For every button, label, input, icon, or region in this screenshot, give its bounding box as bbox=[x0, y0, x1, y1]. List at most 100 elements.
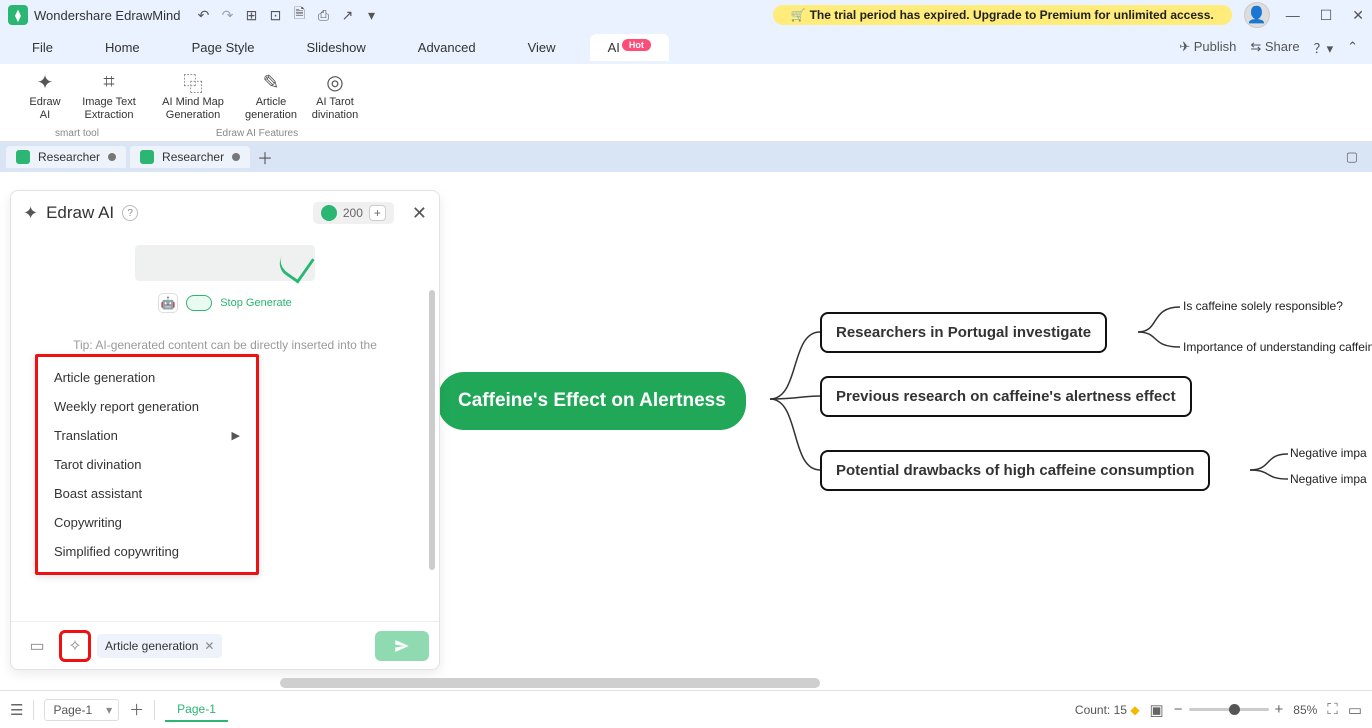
menu-page-style[interactable]: Page Style bbox=[174, 34, 273, 61]
token-chip-icon bbox=[321, 205, 337, 221]
add-tokens-button[interactable]: + bbox=[369, 205, 386, 221]
edraw-ai-button[interactable]: ✦ Edraw AI bbox=[16, 68, 74, 121]
menu-file[interactable]: File bbox=[14, 34, 71, 61]
zoom-slider[interactable]: − + bbox=[1174, 701, 1284, 718]
user-avatar[interactable]: 👤 bbox=[1244, 2, 1270, 28]
close-icon[interactable]: ✕ bbox=[1352, 7, 1364, 24]
ai-panel-title: Edraw AI bbox=[46, 203, 114, 223]
scrollbar[interactable] bbox=[429, 290, 435, 570]
outline-icon[interactable]: ☰ bbox=[10, 701, 23, 719]
slider-track[interactable] bbox=[1189, 708, 1269, 711]
share-button[interactable]: ⇆ Share bbox=[1250, 39, 1299, 55]
menu-article-generation[interactable]: Article generation bbox=[38, 363, 256, 392]
menu-copywriting[interactable]: Copywriting bbox=[38, 508, 256, 537]
window-controls: — ☐ ✕ bbox=[1286, 7, 1364, 24]
mindmap-node[interactable]: Researchers in Portugal investigate bbox=[820, 312, 1107, 353]
send-button[interactable] bbox=[375, 631, 429, 661]
maximize-icon[interactable]: ☐ bbox=[1320, 7, 1333, 24]
menu-translation[interactable]: Translation▶ bbox=[38, 421, 256, 450]
ribbon-group-ai-features: ⿻ AI Mind Map Generation ✎ Article gener… bbox=[144, 68, 370, 141]
ai-skill-menu: Article generation Weekly report generat… bbox=[35, 354, 259, 575]
undo-icon[interactable]: ↶ bbox=[195, 7, 211, 23]
mindmap-leaf[interactable]: Is caffeine solely responsible? bbox=[1183, 299, 1343, 313]
more-icon[interactable]: ▾ bbox=[363, 7, 379, 23]
publish-button[interactable]: ✈ Publish bbox=[1179, 39, 1236, 55]
horizontal-scrollbar[interactable] bbox=[280, 678, 820, 688]
menu-home[interactable]: Home bbox=[87, 34, 158, 61]
ribbon-group-label: Edraw AI Features bbox=[216, 128, 298, 141]
mindmap-node[interactable]: Potential drawbacks of high caffeine con… bbox=[820, 450, 1210, 491]
menu-bar: File Home Page Style Slideshow Advanced … bbox=[0, 30, 1372, 64]
tarot-icon: ◎ bbox=[326, 70, 343, 94]
edraw-ai-panel: ✦ Edraw AI ? 200 + ✕ 🤖 Stop Generate Tip… bbox=[10, 190, 440, 670]
sparkle-icon: ✦ bbox=[37, 70, 54, 94]
menu-ai[interactable]: AIHot bbox=[590, 34, 669, 61]
zoom-value[interactable]: 85% bbox=[1293, 703, 1317, 717]
attach-button[interactable]: ▭ bbox=[21, 630, 53, 662]
redo-icon[interactable]: ↷ bbox=[219, 7, 235, 23]
skill-picker-button[interactable]: ✧ bbox=[59, 630, 91, 662]
unsaved-dot-icon bbox=[108, 153, 116, 161]
save-icon[interactable]: 🗎 bbox=[291, 7, 307, 23]
presentation-icon[interactable]: ▭ bbox=[1348, 701, 1362, 719]
panel-toggle-icon[interactable]: ▢ bbox=[1346, 149, 1366, 165]
ai-preview-thumbnail bbox=[135, 245, 315, 281]
zoom-out-icon[interactable]: − bbox=[1174, 701, 1183, 718]
ribbon-label: AI Tarot divination bbox=[312, 96, 358, 121]
status-right: Count: 15 ◆ ▣ − + 85% ⛶ ▭ bbox=[1075, 701, 1362, 719]
zoom-in-icon[interactable]: + bbox=[1275, 701, 1284, 718]
help-icon[interactable]: ? bbox=[122, 205, 138, 221]
image-text-extraction-button[interactable]: ⌗ Image Text Extraction bbox=[80, 68, 138, 121]
menu-tarot[interactable]: Tarot divination bbox=[38, 450, 256, 479]
menu-right: ✈ Publish ⇆ Share ？▾ ⌃ bbox=[1179, 38, 1358, 57]
fullscreen-icon[interactable]: ⛶ bbox=[1327, 701, 1338, 718]
menu-slideshow[interactable]: Slideshow bbox=[289, 34, 384, 61]
status-bar: ☰ Page-1 ＋ Page-1 Count: 15 ◆ ▣ − + 85% … bbox=[0, 690, 1372, 728]
tab-label: Researcher bbox=[38, 150, 100, 164]
trial-banner[interactable]: 🛒 The trial period has expired. Upgrade … bbox=[773, 5, 1232, 25]
count-label: Count: 15 ◆ bbox=[1075, 703, 1140, 717]
new-icon[interactable]: ⊞ bbox=[243, 7, 259, 23]
help-icon[interactable]: ？▾ bbox=[1314, 38, 1334, 57]
collapse-ribbon-icon[interactable]: ⌃ bbox=[1347, 39, 1358, 55]
document-tab[interactable]: Researcher bbox=[6, 146, 126, 168]
article-generation-button[interactable]: ✎ Article generation bbox=[242, 68, 300, 121]
submenu-arrow-icon: ▶ bbox=[232, 429, 240, 442]
open-icon[interactable]: ⊡ bbox=[267, 7, 283, 23]
menu-ai-label: AI bbox=[608, 40, 620, 55]
fit-view-icon[interactable]: ▣ bbox=[1150, 701, 1164, 719]
remove-chip-icon[interactable]: ✕ bbox=[204, 639, 214, 653]
print-icon[interactable]: ⎙ bbox=[315, 7, 331, 23]
menu-simplified-copywriting[interactable]: Simplified copywriting bbox=[38, 537, 256, 566]
tarot-divination-button[interactable]: ◎ AI Tarot divination bbox=[306, 68, 364, 121]
selected-skill-chip: Article generation ✕ bbox=[97, 634, 222, 658]
new-tab-button[interactable]: ＋ bbox=[254, 146, 276, 168]
document-tab[interactable]: Researcher bbox=[130, 146, 250, 168]
close-panel-icon[interactable]: ✕ bbox=[412, 203, 427, 224]
ai-mindmap-button[interactable]: ⿻ AI Mind Map Generation bbox=[150, 68, 236, 121]
stop-generate-button[interactable]: Stop Generate bbox=[220, 297, 292, 309]
menu-weekly-report[interactable]: Weekly report generation bbox=[38, 392, 256, 421]
ribbon-label: Edraw AI bbox=[29, 96, 60, 121]
menu-view[interactable]: View bbox=[510, 34, 574, 61]
page-tab[interactable]: Page-1 bbox=[165, 698, 228, 722]
ribbon-group-smart-tool: ✦ Edraw AI ⌗ Image Text Extraction smart… bbox=[10, 68, 144, 141]
mindmap-leaf[interactable]: Negative impa bbox=[1290, 446, 1367, 460]
add-page-button[interactable]: ＋ bbox=[129, 699, 144, 720]
tab-label: Researcher bbox=[162, 150, 224, 164]
article-icon: ✎ bbox=[263, 70, 280, 94]
export-icon[interactable]: ↗ bbox=[339, 7, 355, 23]
ai-panel-header: ✦ Edraw AI ? 200 + ✕ bbox=[11, 191, 439, 235]
minimize-icon[interactable]: — bbox=[1286, 7, 1300, 24]
ribbon: ✦ Edraw AI ⌗ Image Text Extraction smart… bbox=[0, 64, 1372, 142]
token-counter: 200 + bbox=[313, 202, 394, 224]
slider-thumb[interactable] bbox=[1229, 704, 1240, 715]
menu-boast-assistant[interactable]: Boast assistant bbox=[38, 479, 256, 508]
mindmap-leaf[interactable]: Importance of understanding caffeine bbox=[1183, 340, 1372, 354]
mindmap-node[interactable]: Previous research on caffeine's alertnes… bbox=[820, 376, 1192, 417]
ai-panel-body: 🤖 Stop Generate Tip: AI-generated conten… bbox=[11, 235, 439, 621]
mindmap-root-node[interactable]: Caffeine's Effect on Alertness bbox=[438, 372, 746, 430]
mindmap-leaf[interactable]: Negative impa bbox=[1290, 472, 1367, 486]
menu-advanced[interactable]: Advanced bbox=[400, 34, 494, 61]
page-selector[interactable]: Page-1 bbox=[44, 699, 119, 721]
